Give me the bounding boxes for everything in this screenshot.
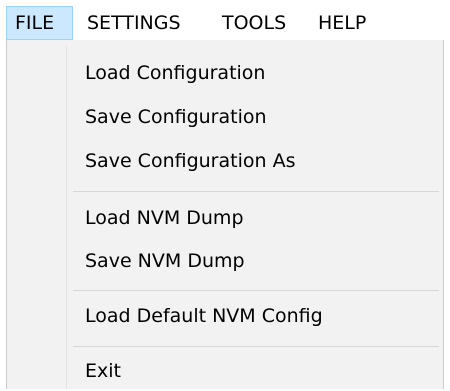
menu-item-save-configuration[interactable]: Save Configuration bbox=[7, 97, 443, 137]
menu-item-label: Load Default NVM Config bbox=[85, 305, 323, 327]
menu-help[interactable]: HELP bbox=[318, 6, 366, 40]
menu-separator bbox=[73, 191, 439, 192]
menu-item-load-default-nvm-config[interactable]: Load Default NVM Config bbox=[7, 296, 443, 336]
menu-item-exit[interactable]: Exit bbox=[7, 351, 443, 391]
menu-item-label: Save Configuration bbox=[85, 106, 267, 128]
menu-item-label: Load Configuration bbox=[85, 62, 266, 84]
menu-tools[interactable]: TOOLS bbox=[222, 6, 286, 40]
menu-item-label: Save NVM Dump bbox=[85, 250, 245, 272]
menu-item-save-nvm-dump[interactable]: Save NVM Dump bbox=[7, 241, 443, 281]
menu-separator bbox=[73, 346, 439, 347]
menu-settings[interactable]: SETTINGS bbox=[87, 6, 181, 40]
menu-item-load-configuration[interactable]: Load Configuration bbox=[7, 53, 443, 93]
menu-file[interactable]: FILE bbox=[6, 6, 73, 40]
menu-separator bbox=[73, 290, 439, 291]
menu-item-save-configuration-as[interactable]: Save Configuration As bbox=[7, 141, 443, 181]
file-dropdown-menu: Load Configuration Save Configuration Sa… bbox=[6, 40, 444, 389]
menu-item-label: Save Configuration As bbox=[85, 150, 296, 172]
menu-item-load-nvm-dump[interactable]: Load NVM Dump bbox=[7, 198, 443, 238]
menu-item-label: Exit bbox=[85, 360, 121, 382]
menu-item-label: Load NVM Dump bbox=[85, 207, 244, 229]
